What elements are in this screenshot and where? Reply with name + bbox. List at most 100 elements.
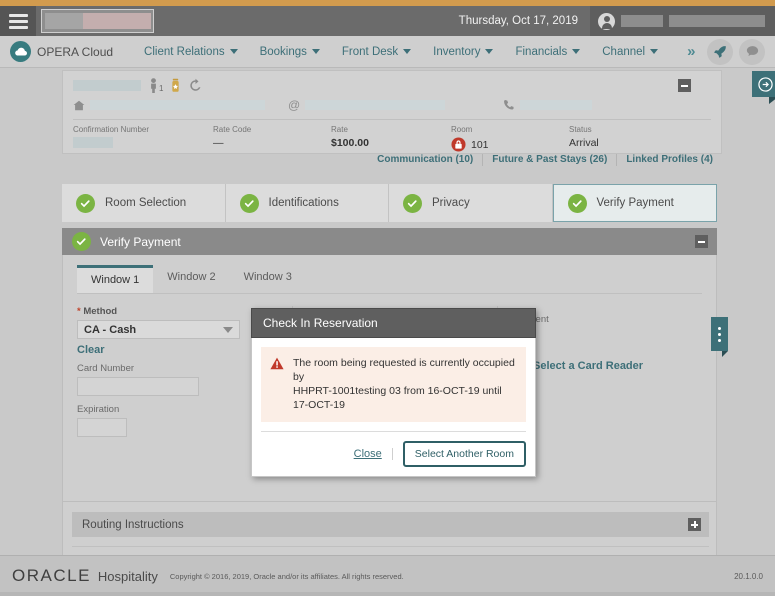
field-rate-code: Rate Code — (213, 125, 331, 152)
cloud-icon (10, 41, 31, 62)
tab-window-1[interactable]: Window 1 (77, 265, 154, 293)
nav-item-channel[interactable]: Channel (591, 46, 669, 58)
step-label: Room Selection (105, 197, 187, 209)
chevron-down-icon (572, 49, 581, 54)
redacted-phone (520, 100, 592, 110)
method-value: CA - Cash (84, 323, 137, 336)
version-label: 20.1.0.0 (734, 571, 763, 581)
property-selector[interactable] (41, 9, 154, 33)
guest-row: 1 (63, 71, 721, 93)
alert-line-2: HHPRT-1001testing 03 from 16-OCT-19 unti… (293, 385, 502, 411)
verify-payment-header: Verify Payment (62, 228, 717, 255)
dialog-actions: Close Select Another Room (261, 432, 526, 467)
method-label: * Method (77, 306, 274, 317)
collapse-card-button[interactable] (678, 79, 691, 92)
page-footer: ORACLE Hospitality Copyright © 2016, 201… (0, 555, 775, 596)
rocket-icon[interactable] (707, 38, 733, 65)
panel-title: Verify Payment (100, 234, 181, 249)
phone-field (503, 99, 592, 111)
subtab-future-past-stays[interactable]: Future & Past Stays (26) (482, 154, 616, 166)
step-room-selection[interactable]: Room Selection (62, 184, 226, 222)
oracle-logo: ORACLE (12, 566, 91, 585)
redacted-guest-name (73, 80, 141, 91)
hamburger-line (8, 19, 28, 23)
nav-item-financials[interactable]: Financials (504, 46, 591, 58)
clear-link[interactable]: Clear (77, 344, 274, 356)
tab-window-3[interactable]: Window 3 (230, 265, 306, 293)
dot (718, 332, 721, 336)
expand-panel-button[interactable] (752, 71, 775, 97)
opera-cloud-app: Thursday, Oct 17, 2019 OPERA Cloud Clien… (0, 0, 775, 596)
nav-label: Front Desk (341, 45, 399, 58)
step-verify-payment[interactable]: Verify Payment (552, 184, 717, 222)
nav-overflow-button[interactable]: » (687, 43, 695, 60)
close-link[interactable]: Close (354, 448, 393, 460)
step-identifications[interactable]: Identifications (225, 184, 389, 222)
chevron-down-icon (485, 49, 494, 54)
footer-bottom-strip (0, 592, 775, 596)
chevron-down-icon (403, 49, 412, 54)
field-value: $100.00 (331, 137, 369, 149)
panel-notch (769, 97, 775, 104)
warning-alert: The room being requested is currently oc… (261, 347, 526, 422)
step-label: Identifications (268, 197, 339, 209)
user-icon (598, 12, 615, 30)
method-select[interactable]: CA - Cash (77, 320, 240, 339)
chevron-down-icon (650, 49, 659, 54)
alert-message: The room being requested is currently oc… (293, 356, 517, 412)
chat-icon[interactable] (739, 38, 765, 65)
field-label: Rate (331, 125, 348, 134)
tab-window-2[interactable]: Window 2 (153, 265, 229, 293)
menu-notch (722, 351, 728, 357)
check-icon (403, 193, 422, 213)
nav-item-bookings[interactable]: Bookings (249, 46, 331, 58)
card-number-input[interactable] (77, 377, 199, 396)
field-value: — (213, 137, 224, 149)
brand-logo[interactable]: OPERA Cloud (0, 41, 113, 62)
main-menu-button[interactable] (0, 6, 36, 36)
profile-subtabs: Communication (10) Future & Past Stays (… (62, 151, 722, 169)
at-icon: @ (288, 98, 301, 112)
dot (718, 326, 721, 330)
field-label: Room (451, 125, 473, 134)
primary-navigation: OPERA Cloud Client Relations Bookings Fr… (0, 36, 775, 68)
subtab-communication[interactable]: Communication (10) (368, 154, 482, 166)
step-privacy[interactable]: Privacy (389, 184, 553, 222)
chevron-down-icon (223, 326, 233, 333)
redacted-confirmation-number (73, 137, 113, 148)
page-content: 1 @ Confirmation Number Rate Code — Rate… (0, 68, 775, 555)
subtab-linked-profiles[interactable]: Linked Profiles (4) (616, 154, 722, 166)
chevron-down-icon (311, 49, 320, 54)
alert-line-1: The room being requested is currently oc… (293, 357, 515, 383)
warning-icon (270, 357, 284, 370)
user-menu[interactable] (590, 6, 775, 36)
check-icon (239, 193, 259, 213)
hamburger-line (8, 13, 28, 17)
nav-item-client-relations[interactable]: Client Relations (133, 46, 249, 58)
dialog-body: The room being requested is currently oc… (251, 338, 536, 477)
address-field (73, 100, 288, 111)
redacted-property-code (45, 13, 83, 29)
refresh-icon[interactable] (188, 78, 203, 93)
nav-item-inventory[interactable]: Inventory (422, 46, 504, 58)
lock-icon (451, 137, 466, 152)
phone-icon (504, 100, 514, 110)
check-icon (76, 193, 95, 213)
home-icon (73, 100, 85, 110)
nav-item-front-desk[interactable]: Front Desk (331, 46, 422, 58)
collapse-panel-button[interactable] (695, 235, 708, 248)
select-another-room-button[interactable]: Select Another Room (402, 441, 526, 467)
reservation-fields: Confirmation Number Rate Code — Rate $10… (63, 120, 721, 152)
vip-bell-icon (172, 78, 180, 92)
expiration-label: Expiration (77, 404, 120, 415)
field-value: 101 (471, 138, 489, 151)
expiration-input[interactable] (77, 418, 127, 437)
panel-overflow-menu[interactable] (711, 317, 728, 351)
redacted-user-detail (669, 15, 765, 27)
field-value: Arrival (569, 137, 599, 149)
check-icon (72, 232, 91, 251)
checkin-steps: Room Selection Identifications Privacy V… (62, 184, 717, 222)
field-confirmation-number: Confirmation Number (73, 125, 213, 152)
field-room: Room 101 (451, 125, 569, 152)
reservation-summary-card: 1 @ Confirmation Number Rate Code — Rate… (62, 70, 722, 154)
